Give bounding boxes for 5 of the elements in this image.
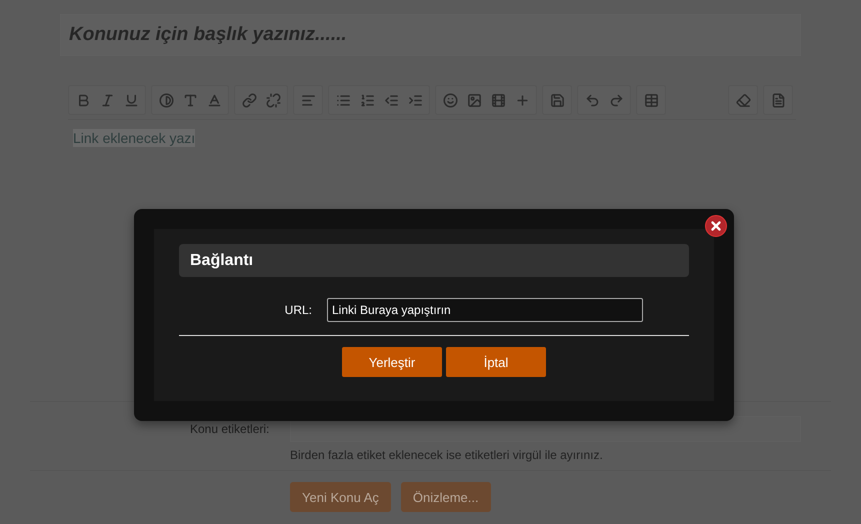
- dialog-title: Bağlantı: [179, 244, 689, 277]
- tags-label: Konu etiketleri:: [189, 422, 270, 436]
- url-label: URL:: [284, 303, 313, 317]
- editor-text: Link eklenecek yazı: [73, 129, 196, 147]
- tags-hint: Birden fazla etiket eklenecek ise etiketleri virgül ile ayırınız.: [290, 448, 604, 462]
